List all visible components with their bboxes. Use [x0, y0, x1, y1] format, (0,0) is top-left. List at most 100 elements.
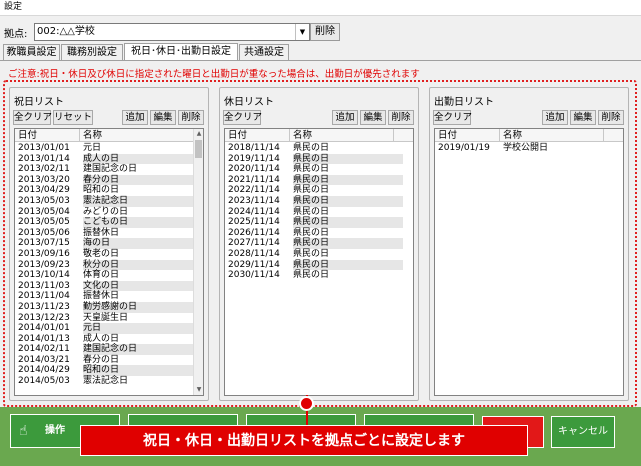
rest-day-clear-button[interactable]: 全クリア: [223, 110, 262, 125]
list-item[interactable]: 2030/11/14 県民の日: [225, 270, 413, 281]
list-item[interactable]: 2020/11/14 県民の日: [225, 164, 413, 175]
rest-day-add-button[interactable]: 追加: [332, 110, 358, 125]
work-day-list-group: 出勤日リスト 全クリア 追加 編集 削除 日付 名称 2019/01/19 学校公…: [429, 87, 629, 401]
work-day-add-button[interactable]: 追加: [542, 110, 568, 125]
rest-day-delete-button[interactable]: 削除: [388, 110, 414, 125]
list-item[interactable]: 2013/10/14 体育の日: [15, 270, 203, 281]
list-item[interactable]: 2018/11/14 県民の日: [225, 143, 413, 154]
list-item-name: 元日: [83, 323, 193, 334]
column-date-header[interactable]: 日付: [438, 129, 457, 142]
holiday-delete-button[interactable]: 削除: [178, 110, 204, 125]
list-item[interactable]: 2014/05/03 憲法記念日: [15, 376, 203, 387]
list-item-date: 2014/02/11: [18, 344, 70, 355]
list-item[interactable]: 2013/11/04 振替休日: [15, 291, 203, 302]
list-item[interactable]: 2014/01/13 成人の日: [15, 334, 203, 345]
list-item-date: 2013/05/04: [18, 206, 70, 217]
list-item-date: 2013/01/14: [18, 153, 70, 164]
list-item-name: 県民の日: [293, 174, 403, 186]
holiday-list-header: 日付 名称: [15, 129, 203, 142]
list-item[interactable]: 2013/09/16 敬老の日: [15, 249, 203, 260]
list-item[interactable]: 2023/11/14 県民の日: [225, 195, 413, 207]
list-item[interactable]: 2013/05/06 振替休日: [15, 228, 203, 239]
list-item[interactable]: 2013/02/11 建国記念の日: [15, 164, 203, 175]
list-item[interactable]: 2013/01/01 元日: [15, 143, 203, 154]
tab-holiday-settings[interactable]: 祝日･休日･出勤日設定: [124, 43, 238, 61]
list-item[interactable]: 2026/11/14 県民の日: [225, 228, 413, 239]
list-item-name: 県民の日: [293, 143, 330, 153]
list-item-date: 2013/02/11: [18, 164, 70, 175]
list-item-name: 成人の日: [83, 153, 193, 165]
column-name-header[interactable]: 名称: [293, 129, 312, 142]
list-item[interactable]: 2013/11/03 文化の日: [15, 280, 203, 292]
list-item[interactable]: 2013/01/14 成人の日: [15, 153, 203, 165]
column-name-header[interactable]: 名称: [83, 129, 102, 142]
list-item-name: 県民の日: [293, 153, 403, 165]
location-select[interactable]: 002:△△学校 ▼: [34, 23, 310, 41]
list-item[interactable]: 2013/03/20 春分の日: [15, 174, 203, 186]
holiday-listbox[interactable]: 日付 名称 2013/01/01 元日 2013/01/14 成人の日 2013/02/…: [14, 128, 204, 396]
work-day-edit-button[interactable]: 編集: [570, 110, 596, 125]
chevron-down-icon[interactable]: ▼: [295, 24, 309, 40]
list-item-date: 2013/07/15: [18, 238, 70, 249]
list-item-name: 県民の日: [293, 259, 403, 271]
list-item[interactable]: 2025/11/14 県民の日: [225, 217, 413, 228]
list-item[interactable]: 2013/05/03 憲法記念日: [15, 195, 203, 207]
list-item-date: 2014/04/29: [18, 365, 70, 376]
work-day-clear-button[interactable]: 全クリア: [433, 110, 472, 125]
holiday-scrollbar[interactable]: ▲ ▼: [193, 129, 203, 395]
scroll-up-icon[interactable]: ▲: [194, 129, 203, 139]
column-date-header[interactable]: 日付: [228, 129, 247, 142]
rest-day-rows: 2018/11/14 県民の日 2019/11/14 県民の日 2020/11/14 県民…: [225, 143, 413, 281]
list-item[interactable]: 2013/05/04 みどりの日: [15, 207, 203, 218]
list-item[interactable]: 2019/01/19 学校公開日: [435, 143, 623, 154]
list-item[interactable]: 2014/02/11 建国記念の日: [15, 344, 203, 355]
holiday-clear-button[interactable]: 全クリア: [13, 110, 52, 125]
scroll-thumb[interactable]: [195, 140, 202, 158]
list-item-date: 2013/10/14: [18, 270, 70, 281]
list-item-date: 2013/11/03: [18, 280, 70, 291]
work-day-delete-button[interactable]: 削除: [598, 110, 624, 125]
rest-day-edit-button[interactable]: 編集: [360, 110, 386, 125]
list-item[interactable]: 2013/07/15 海の日: [15, 238, 203, 249]
tab-duty-settings[interactable]: 職務別設定: [61, 44, 123, 60]
holiday-add-button[interactable]: 追加: [122, 110, 148, 125]
list-item[interactable]: 2028/11/14 県民の日: [225, 249, 413, 260]
list-item[interactable]: 2013/09/23 秋分の日: [15, 259, 203, 271]
work-day-listbox[interactable]: 日付 名称 2019/01/19 学校公開日: [434, 128, 624, 396]
list-item[interactable]: 2014/04/29 昭和の日: [15, 365, 203, 377]
list-item[interactable]: 2013/05/05 こどもの日: [15, 217, 203, 228]
list-item[interactable]: 2013/04/29 昭和の日: [15, 185, 203, 196]
list-item[interactable]: 2022/11/14 県民の日: [225, 185, 413, 196]
list-item[interactable]: 2013/11/23 勤労感謝の日: [15, 301, 203, 313]
tab-staff-settings[interactable]: 教職員設定: [3, 44, 60, 60]
list-item[interactable]: 2014/03/21 春分の日: [15, 355, 203, 366]
holiday-reset-button[interactable]: リセット: [53, 110, 93, 125]
list-item-date: 2019/11/14: [228, 153, 280, 164]
list-item-name: 県民の日: [293, 164, 330, 175]
work-day-rows: 2019/01/19 学校公開日: [435, 143, 623, 154]
list-item[interactable]: 2013/12/23 天皇誕生日: [15, 313, 203, 324]
rest-day-list-group: 休日リスト 全クリア 追加 編集 削除 日付 名称 2018/11/14 県民の日…: [219, 87, 419, 401]
scroll-down-icon[interactable]: ▼: [194, 385, 203, 395]
column-date-header[interactable]: 日付: [18, 129, 37, 142]
list-item-name: 勤労感謝の日: [83, 301, 193, 313]
list-item[interactable]: 2021/11/14 県民の日: [225, 174, 413, 186]
rest-day-listbox[interactable]: 日付 名称 2018/11/14 県民の日 2019/11/14 県民の日 2020/1…: [224, 128, 414, 396]
location-delete-button[interactable]: 削除: [310, 23, 340, 41]
list-item-name: 憲法記念日: [83, 195, 193, 207]
list-item[interactable]: 2027/11/14 県民の日: [225, 238, 413, 249]
operation-button-label: 操作: [45, 425, 65, 436]
list-item-date: 2029/11/14: [228, 259, 280, 270]
callout-dot: [299, 396, 314, 411]
cancel-button[interactable]: キャンセル: [551, 416, 615, 448]
list-item-date: 2023/11/14: [228, 195, 280, 206]
column-name-header[interactable]: 名称: [503, 129, 522, 142]
tab-common-settings[interactable]: 共通設定: [239, 44, 289, 60]
list-item-name: みどりの日: [83, 206, 129, 217]
list-item-name: 学校公開日: [503, 143, 549, 153]
list-item[interactable]: 2024/11/14 県民の日: [225, 207, 413, 218]
list-item[interactable]: 2029/11/14 県民の日: [225, 259, 413, 271]
holiday-edit-button[interactable]: 編集: [150, 110, 176, 125]
list-item[interactable]: 2019/11/14 県民の日: [225, 153, 413, 165]
list-item[interactable]: 2014/01/01 元日: [15, 323, 203, 334]
